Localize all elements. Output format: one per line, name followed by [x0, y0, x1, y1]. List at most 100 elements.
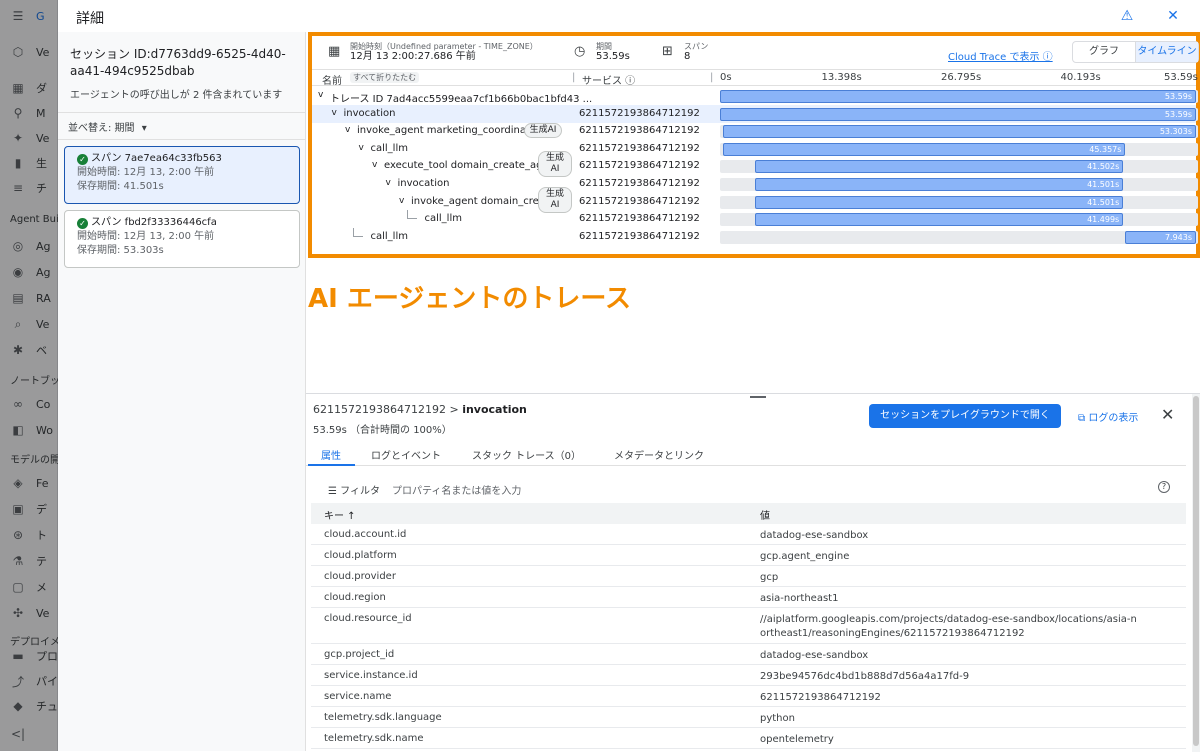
value-column-header: 値 [760, 511, 770, 522]
sort-label: 並べ替え: 期間 [68, 123, 135, 134]
name-column-header[interactable]: 名前 [322, 72, 342, 87]
timeline-view-button[interactable]: タイムライン [1135, 42, 1198, 62]
span-name: execute_tool domain_create_ag... [384, 160, 552, 172]
attribute-key: cloud.platform [324, 550, 397, 561]
timeline-track: 53.303s [720, 125, 1198, 139]
feedback-icon[interactable]: ⚠ [1116, 6, 1138, 26]
attribute-row[interactable]: telemetry.sdk.language python [311, 707, 1186, 728]
scrollbar[interactable] [1192, 394, 1200, 752]
attribute-row[interactable]: cloud.account.id datadog-ese-sandbox [311, 524, 1186, 545]
attribute-row[interactable]: cloud.region asia-northeast1 [311, 587, 1186, 608]
tab-metadata-links[interactable]: メタデータとリンク [614, 447, 704, 462]
span-card-title: スパン fbd2f33336446cfa [91, 217, 217, 228]
view-logs-link[interactable]: ⧉ ログの表示 [1078, 409, 1138, 424]
expand-chevron-icon[interactable]: v [386, 178, 391, 188]
graph-view-button[interactable]: グラフ [1073, 42, 1135, 62]
detail-tabs: 属性 ログとイベント スタック トレース（0） メタデータとリンク [306, 444, 1186, 466]
duration-value: 53.59s [596, 51, 630, 62]
attribute-value: opentelemetry [760, 734, 834, 745]
span-bar[interactable]: 41.501s [754, 195, 1124, 209]
service-id: 6211572193864712192 [579, 230, 700, 242]
attribute-row[interactable]: service.name 6211572193864712192 [311, 686, 1186, 707]
cloud-trace-link[interactable]: Cloud Trace で表示 ⓘ [948, 48, 1053, 63]
attribute-key: gcp.project_id [324, 649, 395, 660]
span-bar[interactable]: 53.59s [720, 107, 1196, 121]
trace-row[interactable]: v トレース ID 7ad4acc5599eaa7cf1b66b0bac1bfd4… [312, 87, 1198, 105]
expand-chevron-icon[interactable]: v [345, 125, 350, 135]
key-column-header[interactable]: キー ↑ [324, 507, 356, 522]
filter-input[interactable]: プロパティ名または値を入力 [392, 482, 521, 497]
span-bar[interactable]: 41.501s [754, 178, 1124, 191]
span-detail-panel: 6211572193864712192 > invocation 53.59s … [306, 393, 1200, 752]
close-icon[interactable]: ✕ [1162, 6, 1184, 26]
trace-row[interactable]: v invocation 6211572193864712192 41.501s [312, 175, 1198, 193]
trace-row[interactable]: call_llm 6211572193864712192 7.943s [312, 227, 1198, 246]
axis-tick-label: 26.795s [941, 72, 982, 83]
attribute-value: //aiplatform.googleapis.com/projects/dat… [760, 614, 1137, 639]
scrollbar-thumb[interactable] [1193, 396, 1199, 746]
filter-label[interactable]: ☰ フィルタ [328, 482, 380, 497]
resize-handle[interactable] [750, 396, 766, 398]
service-id: 6211572193864712192 [579, 160, 700, 172]
tab-attributes[interactable]: 属性 [321, 447, 341, 462]
attribute-key: telemetry.sdk.language [324, 712, 442, 723]
session-id: セッション ID:d7763dd9-6525-4d40-aa41-494c952… [70, 47, 286, 78]
timeline-track: 41.501s [720, 178, 1198, 191]
timeline-track: 53.59s [720, 90, 1198, 103]
genai-chip: 生成AI [524, 123, 562, 139]
column-divider[interactable]: | [572, 72, 575, 83]
span-name: call_llm [370, 230, 408, 242]
trace-row[interactable]: call_llm 6211572193864712192 41.499s [312, 210, 1198, 228]
span-bar[interactable]: 45.357s [722, 142, 1126, 156]
attribute-value: gcp [760, 572, 779, 583]
span-card[interactable]: ✓ スパン 7ae7ea64c33fb563 開始時間: 12月 13, 2:00… [64, 146, 300, 204]
session-subtitle: エージェントの呼び出しが 2 件含まれています [70, 90, 283, 101]
span-bar[interactable]: 41.502s [754, 160, 1124, 174]
service-id: 6211572193864712192 [579, 213, 700, 225]
open-playground-button[interactable]: セッションをプレイグラウンドで開く [869, 404, 1061, 428]
attribute-row[interactable]: cloud.resource_id //aiplatform.googleapis… [311, 608, 1186, 644]
close-icon[interactable]: ✕ [1161, 405, 1174, 424]
expand-chevron-icon[interactable]: v [359, 143, 364, 153]
expand-chevron-icon[interactable]: v [332, 108, 337, 118]
filter-bar: ☰ フィルタ プロパティ名または値を入力 ? [311, 476, 1186, 502]
span-name: call_llm [424, 213, 462, 225]
active-tab-indicator [308, 464, 355, 466]
expand-chevron-icon[interactable]: v [372, 160, 377, 170]
attribute-row[interactable]: telemetry.sdk.name opentelemetry [311, 728, 1186, 749]
trace-row[interactable]: v invocation 6211572193864712192 53.59s [312, 104, 1198, 123]
span-bar[interactable]: 53.303s [722, 125, 1196, 139]
modal-scrim[interactable] [0, 0, 58, 751]
expand-chevron-icon[interactable]: v [318, 90, 323, 100]
sort-dropdown[interactable]: 並べ替え: 期間 ▾ [58, 112, 306, 140]
axis-tick-label: 0s [720, 72, 732, 83]
attributes-header: キー ↑ 値 [311, 503, 1186, 524]
check-circle-icon: ✓ [77, 153, 88, 165]
trace-column-header: 名前 すべて折りたたむ | サービス ⓘ | 0s 13.398s 26.795s 4… [312, 70, 1198, 87]
attribute-row[interactable]: cloud.platform gcp.agent_engine [311, 545, 1186, 566]
trace-row[interactable]: v execute_tool domain_create_ag... 生成 AI 62… [312, 151, 1198, 178]
span-card[interactable]: ✓ スパン fbd2f33336446cfa 開始時間: 12月 13, 2:00… [64, 210, 300, 268]
trace-summary: ▦ 開始時刻（Undefined parameter - TIME_ZONE） … [312, 36, 1199, 70]
expand-chevron-icon[interactable]: v [399, 196, 404, 206]
span-bar[interactable]: 7.943s [1125, 230, 1197, 244]
collapse-all-button[interactable]: すべて折りたたむ [350, 72, 420, 83]
tab-logs-events[interactable]: ログとイベント [371, 447, 441, 462]
attribute-row[interactable]: cloud.provider gcp [311, 566, 1186, 587]
span-bar[interactable]: 41.499s [754, 213, 1124, 227]
service-id: 6211572193864712192 [579, 195, 700, 207]
span-bar[interactable]: 53.59s [720, 90, 1196, 103]
help-icon[interactable]: ? [1158, 481, 1170, 493]
attribute-value: python [760, 713, 795, 724]
attribute-row[interactable]: service.instance.id 293be94576dc4bd1b888d… [311, 665, 1186, 686]
attribute-row[interactable]: gcp.project_id datadog-ese-sandbox [311, 644, 1186, 665]
start-time-field: 開始時刻（Undefined parameter - TIME_ZONE） 12… [350, 42, 538, 62]
check-circle-icon: ✓ [77, 217, 88, 229]
column-divider[interactable]: | [710, 72, 713, 83]
trace-row[interactable]: v invoke_agent marketing_coordinator 生成AI 6… [312, 122, 1198, 140]
tab-stack-trace[interactable]: スタック トレース（0） [472, 447, 581, 462]
trace-row[interactable]: v invoke_agent domain_crea... 生成 AI 6211572… [312, 186, 1198, 213]
trace-row[interactable]: v call_llm 6211572193864712192 45.357s [312, 140, 1198, 158]
span-card-duration: 保存期間: 53.303s [77, 245, 164, 256]
timeline-track: 7.943s [720, 230, 1198, 244]
